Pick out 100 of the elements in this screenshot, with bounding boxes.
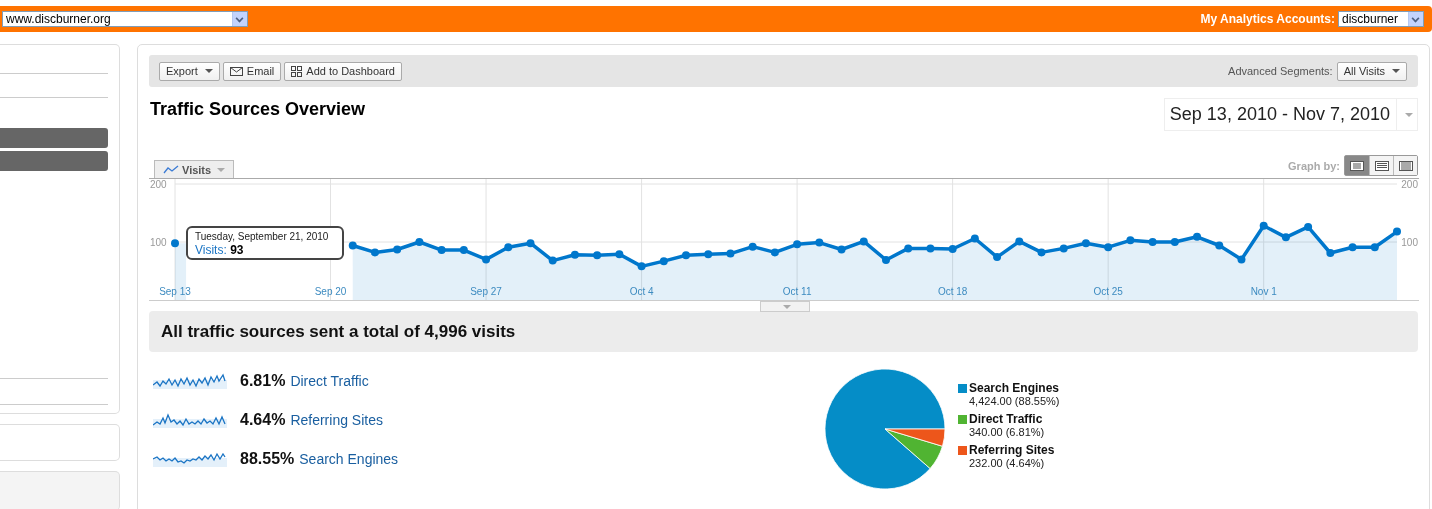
segments-dropdown[interactable]: All Visits bbox=[1336, 61, 1407, 81]
data-point[interactable] bbox=[859, 237, 868, 246]
source-link[interactable]: Search Engines bbox=[299, 451, 399, 467]
graph-by-button[interactable] bbox=[1345, 156, 1369, 175]
source-percent: 88.55% bbox=[240, 450, 295, 468]
axis-label: Sep 20 bbox=[314, 286, 347, 297]
data-point[interactable] bbox=[1193, 232, 1202, 241]
data-point[interactable] bbox=[1237, 255, 1246, 264]
data-point[interactable] bbox=[615, 250, 624, 259]
dropdown-icon bbox=[232, 12, 247, 26]
data-point[interactable] bbox=[1081, 239, 1090, 248]
data-point[interactable] bbox=[1304, 222, 1313, 231]
data-point[interactable] bbox=[726, 249, 735, 258]
account-select[interactable]: discburner bbox=[1338, 11, 1424, 27]
email-button[interactable]: Email bbox=[222, 61, 282, 81]
data-point[interactable] bbox=[370, 248, 379, 257]
export-button[interactable]: Export bbox=[159, 61, 220, 81]
data-point[interactable] bbox=[482, 255, 491, 264]
data-point[interactable] bbox=[1104, 243, 1113, 252]
source-percent: 6.81% bbox=[240, 372, 286, 390]
data-point[interactable] bbox=[1170, 238, 1179, 246]
data-point[interactable] bbox=[815, 238, 824, 247]
caret-icon bbox=[782, 304, 791, 309]
data-point[interactable] bbox=[1281, 233, 1290, 242]
data-point[interactable] bbox=[970, 234, 979, 243]
data-point[interactable] bbox=[659, 257, 668, 266]
data-point[interactable] bbox=[993, 253, 1002, 262]
data-point[interactable] bbox=[1037, 248, 1046, 257]
caret-icon bbox=[204, 69, 213, 73]
caret-icon bbox=[217, 167, 226, 172]
data-point[interactable] bbox=[459, 246, 468, 255]
data-point[interactable] bbox=[593, 251, 602, 260]
axis-label: Nov 1 bbox=[1250, 286, 1277, 297]
data-point[interactable] bbox=[504, 243, 513, 252]
data-point[interactable] bbox=[415, 238, 424, 246]
data-point[interactable] bbox=[926, 244, 935, 253]
graph-by-button[interactable] bbox=[1393, 156, 1417, 175]
axis-label: Oct 11 bbox=[782, 286, 812, 297]
axis-label: Sep 27 bbox=[470, 286, 502, 297]
source-link[interactable]: Referring Sites bbox=[290, 412, 383, 428]
data-point[interactable] bbox=[1370, 243, 1379, 252]
data-point[interactable] bbox=[1126, 236, 1135, 245]
data-point[interactable] bbox=[704, 250, 713, 259]
data-point[interactable] bbox=[748, 242, 757, 251]
data-point[interactable] bbox=[393, 245, 402, 254]
accounts-label: My Analytics Accounts: bbox=[1200, 12, 1335, 26]
data-point[interactable] bbox=[570, 250, 579, 259]
axis-label: 200 bbox=[150, 179, 167, 190]
data-point[interactable] bbox=[637, 262, 646, 271]
add-to-dashboard-button[interactable]: Add to Dashboard bbox=[284, 61, 402, 81]
caret-icon bbox=[1404, 112, 1413, 117]
site-select[interactable]: www.discburner.org bbox=[2, 11, 248, 27]
data-point[interactable] bbox=[348, 241, 357, 250]
data-point[interactable] bbox=[1215, 241, 1224, 250]
data-point[interactable] bbox=[1326, 249, 1335, 257]
legend-label: Search Engines bbox=[969, 381, 1060, 395]
data-point[interactable] bbox=[171, 239, 179, 248]
axis-label: Sep 13 bbox=[159, 286, 191, 297]
data-point[interactable] bbox=[1259, 221, 1268, 230]
legend-label: Direct Traffic bbox=[969, 412, 1043, 426]
data-point[interactable] bbox=[837, 245, 846, 254]
axis-label: Oct 4 bbox=[629, 286, 654, 297]
page-title: Traffic Sources Overview bbox=[150, 99, 366, 120]
line-chart-icon bbox=[163, 165, 179, 174]
dropdown-icon bbox=[1408, 12, 1423, 26]
graph-by-label: Graph by: bbox=[1288, 159, 1340, 172]
axis-label: Oct 25 bbox=[1093, 286, 1123, 297]
data-point[interactable] bbox=[882, 256, 890, 264]
axis-label: Oct 18 bbox=[937, 286, 968, 297]
data-point[interactable] bbox=[1348, 243, 1357, 252]
tooltip-label: Visits: bbox=[195, 243, 227, 257]
data-point[interactable] bbox=[682, 251, 690, 260]
data-point[interactable] bbox=[1393, 227, 1401, 236]
data-point[interactable] bbox=[1148, 238, 1157, 246]
legend-value: 232.00 (4.64%) bbox=[969, 457, 1046, 469]
data-point[interactable] bbox=[770, 248, 779, 257]
data-point[interactable] bbox=[904, 244, 913, 253]
graph-by-button[interactable] bbox=[1369, 156, 1393, 175]
axis-label: 200 bbox=[1401, 179, 1418, 190]
data-point[interactable] bbox=[1059, 244, 1068, 253]
source-link[interactable]: Direct Traffic bbox=[290, 373, 369, 389]
caret-icon bbox=[1392, 69, 1400, 73]
tooltip-date: Tuesday, September 21, 2010 bbox=[195, 231, 330, 242]
data-point[interactable] bbox=[548, 256, 557, 265]
data-point[interactable] bbox=[1015, 237, 1024, 246]
data-point[interactable] bbox=[948, 244, 957, 253]
date-range-picker[interactable]: Sep 13, 2010 - Nov 7, 2010 bbox=[1163, 98, 1418, 131]
collapse-handle[interactable] bbox=[760, 301, 810, 312]
data-point[interactable] bbox=[437, 246, 446, 255]
data-point[interactable] bbox=[526, 239, 535, 248]
data-point[interactable] bbox=[793, 240, 802, 249]
source-percent: 4.64% bbox=[240, 411, 286, 429]
legend-label: Referring Sites bbox=[969, 443, 1055, 457]
envelope-icon bbox=[229, 66, 243, 76]
legend-value: 4,424.00 (88.55%) bbox=[969, 395, 1060, 407]
axis-label: 100 bbox=[150, 237, 167, 248]
segments-label: Advanced Segments: bbox=[1228, 65, 1333, 77]
metric-tab[interactable]: Visits bbox=[154, 160, 235, 178]
legend-value: 340.00 (6.81%) bbox=[969, 426, 1046, 438]
tooltip-value: 93 bbox=[230, 243, 244, 257]
